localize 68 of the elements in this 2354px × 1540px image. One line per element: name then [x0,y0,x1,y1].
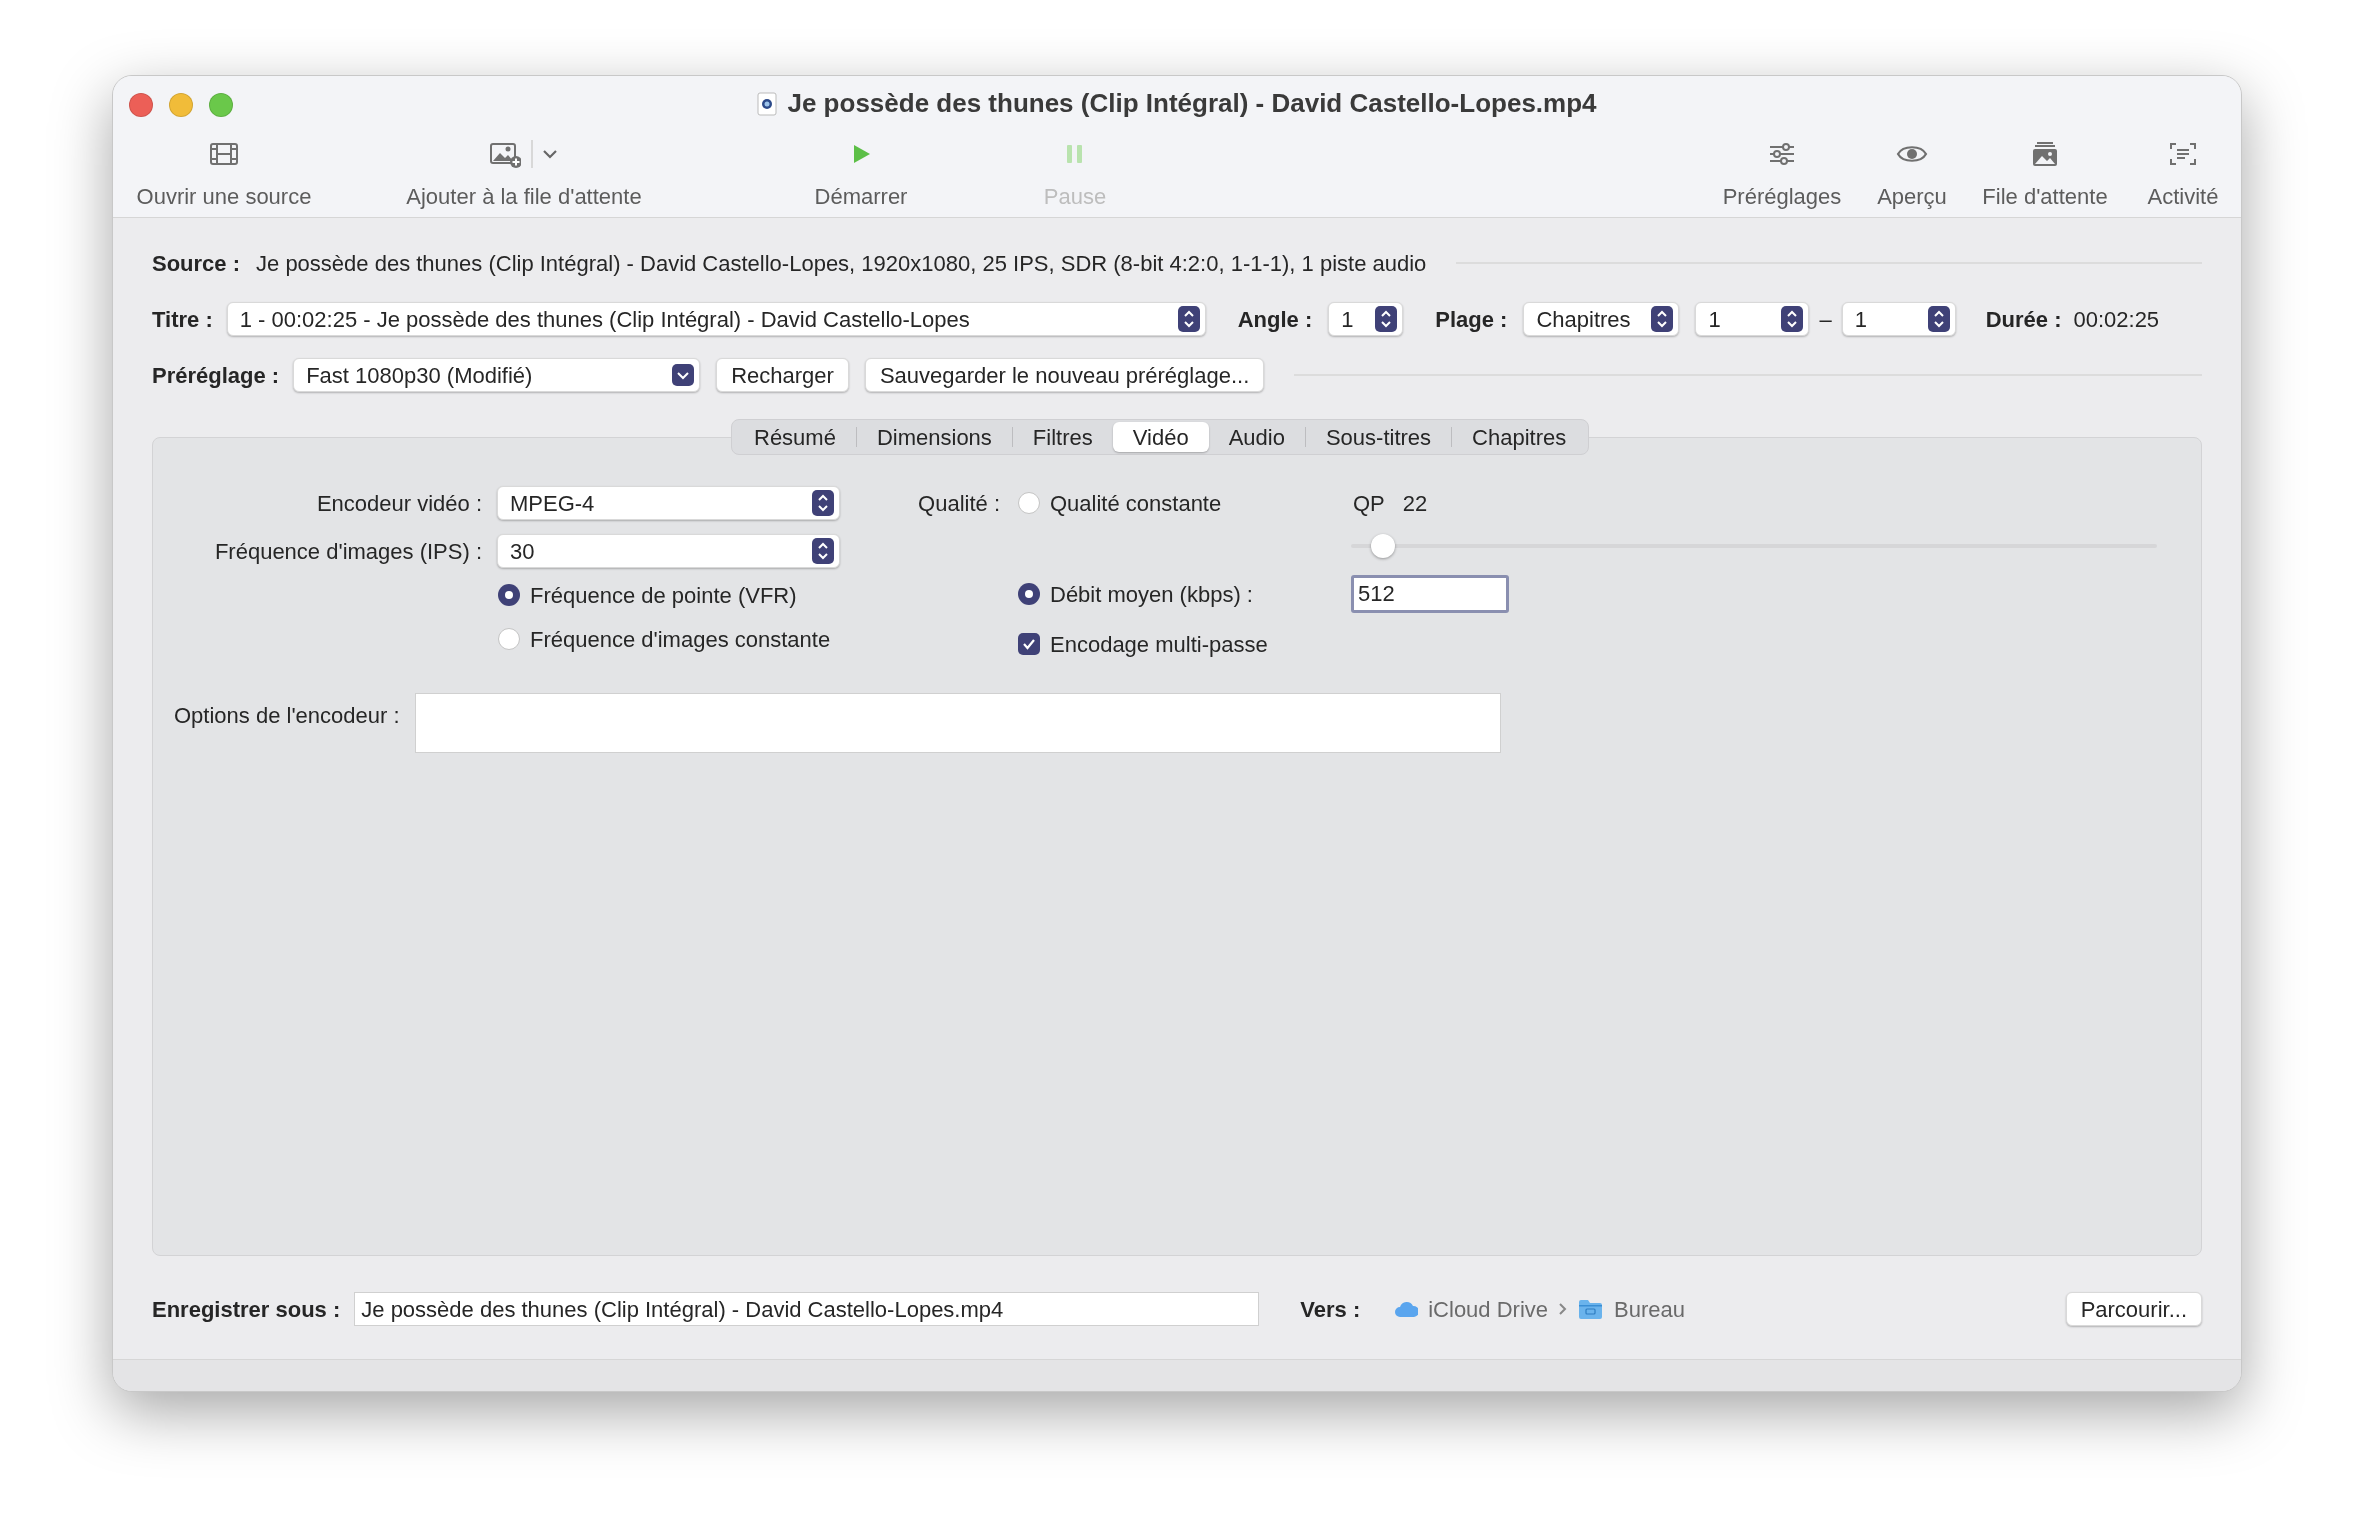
toolbar-button[interactable]: Activité [2125,131,2241,217]
close-button[interactable] [129,93,153,117]
toolbar-button[interactable]: Aperçu [1859,131,1965,217]
source-info: Je possède des thunes (Clip Intégral) - David Castello-Lopes, 1920x1080, 25 IPS, SDR (8-bit 4:2:0, 1-1-1), 1 piste audio [256,249,1427,278]
dropdown[interactable]: 30 [497,534,840,568]
tab[interactable]: Vidéo [1112,422,1209,452]
field-label: Angle : [1237,305,1313,334]
tab[interactable]: Chapitres [1452,422,1587,452]
dropdown[interactable]: 1 [1328,302,1404,336]
field-label: Encodeur vidéo : [315,489,482,518]
dropdown[interactable]: 1 [1841,302,1956,336]
button[interactable]: Parcourir... [2065,1292,2202,1326]
chevron-down-icon [672,364,695,386]
field-label: Source : [152,249,241,278]
cloud-icon [1394,1299,1419,1319]
field-label: Plage : [1435,305,1508,334]
field-label: Titre : [152,305,213,334]
folder-icon [1578,1297,1605,1321]
filename-field[interactable]: Je possède des thunes (Clip Intégral) - David Castello-Lopes.mp4 [354,1292,1260,1326]
dropdown[interactable]: 1 - 00:02:25 - Je possède des thunes (Clip Intégral) - David Castello-Lopes [226,302,1206,336]
stepper-icon [1927,306,1950,332]
path-item[interactable]: iCloud Drive [1428,1292,1549,1326]
tab[interactable]: Sous-titres [1305,422,1452,452]
toolbar-button[interactable]: File d'attente [1965,131,2125,217]
radio-label: Fréquence de pointe (VFR) [530,581,797,610]
dropdown[interactable]: 1 [1695,302,1810,336]
tab[interactable]: Audio [1208,422,1305,452]
dropdown[interactable]: Chapitres [1523,302,1680,336]
stepper-icon [812,538,834,564]
toolbar-button[interactable]: Démarrer [724,131,998,217]
button[interactable]: Recharger [716,358,849,392]
document-icon [757,91,778,116]
toolbar-button[interactable]: Ouvrir une source [124,131,324,217]
minimize-button[interactable] [169,93,193,117]
field-label: Vers : [1300,1295,1361,1324]
tab[interactable]: Filtres [1012,422,1113,452]
radio-label: Débit moyen (kbps) : [1050,580,1254,609]
radio-label: Qualité constante [1050,489,1223,518]
bitrate-field[interactable]: 512 [1351,575,1509,613]
toolbar-button[interactable]: Préréglages [1705,131,1859,217]
field-label: Fréquence d'images (IPS) : [213,537,482,566]
zoom-button[interactable] [209,93,233,117]
field-label: Options de l'encodeur : [174,702,400,730]
stepper-icon [812,490,834,516]
toolbar-button[interactable]: Ajouter à la file d'attente [324,131,724,217]
checkbox[interactable] [1018,633,1040,655]
duration-value: 00:02:25 [2073,305,2160,334]
field-label: Qualité : [917,489,1000,518]
window-title: Je possède des thunes (Clip Intégral) - David Castello-Lopes.mp4 [787,87,1597,121]
qp-value: 22 [1402,489,1428,518]
stepper-icon [1177,306,1200,332]
field-label: QP [1353,489,1385,518]
checkbox-label: Encodage multi-passe [1050,630,1268,659]
stepper-icon [1781,306,1804,332]
stepper-icon [1651,306,1674,332]
tab[interactable]: Dimensions [856,422,1012,452]
encoder-options-field[interactable] [414,693,1501,753]
path-item[interactable]: Bureau [1614,1292,1685,1326]
button[interactable]: Sauvegarder le nouveau préréglage... [864,358,1265,392]
tab[interactable]: Résumé [734,422,856,452]
radio-label: Fréquence d'images constante [530,625,831,654]
range-dash: – [1819,305,1832,334]
field-label: Enregistrer sous : [152,1295,341,1324]
stepper-icon [1375,306,1398,332]
dropdown[interactable]: MPEG-4 [497,486,840,520]
field-label: Durée : [1985,305,2062,334]
field-label: Préréglage : [152,361,280,390]
dropdown[interactable]: Fast 1080p30 (Modifié) [293,358,701,392]
